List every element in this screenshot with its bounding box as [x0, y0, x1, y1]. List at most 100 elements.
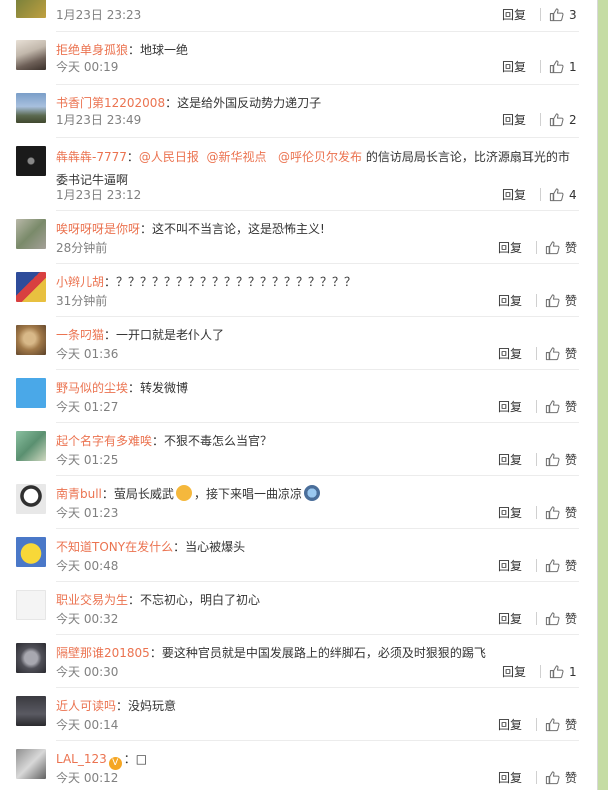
avatar[interactable]: [16, 93, 46, 123]
mention-link[interactable]: @新华视点: [207, 150, 267, 164]
reply-button[interactable]: 回复: [502, 58, 526, 75]
divider: [535, 453, 537, 466]
separator: ：: [104, 328, 117, 342]
divider: [535, 400, 537, 413]
comment-text: 职业交易为生：不忘初心，明白了初心: [56, 590, 577, 610]
like-count: 1: [569, 664, 577, 679]
reply-button[interactable]: 回复: [498, 557, 522, 574]
comment-text: 拒绝单身孤狼：地球一绝: [56, 40, 577, 60]
reply-button[interactable]: 回复: [502, 6, 526, 23]
divider: [540, 665, 541, 678]
comment-text: 野马似的尘埃：转发微博: [56, 378, 577, 398]
like-label: 赞: [564, 241, 577, 255]
avatar[interactable]: [16, 696, 46, 726]
like-count: 1: [569, 59, 577, 74]
thumb-up-icon[interactable]: [545, 293, 560, 308]
thumb-up-icon[interactable]: [549, 664, 564, 679]
like-label: 赞: [564, 453, 577, 467]
thumbs-up-emoji-icon: [175, 485, 192, 501]
thumb-up-icon[interactable]: [549, 187, 564, 202]
thumb-up-icon[interactable]: [545, 346, 560, 361]
thumb-up-icon[interactable]: [545, 770, 560, 785]
mention-link[interactable]: @人民日报: [139, 150, 199, 164]
avatar[interactable]: [16, 378, 46, 408]
comment-text: 书香门第12202008：这是给外国反动势力递刀子: [56, 93, 577, 113]
avatar[interactable]: [16, 272, 46, 302]
thumb-up-icon[interactable]: [545, 399, 560, 414]
comment-actions: 回复 赞: [498, 610, 577, 627]
thumb-up-icon[interactable]: [545, 240, 560, 255]
thumb-up-icon[interactable]: [545, 558, 560, 573]
comment-username[interactable]: LAL_123: [56, 752, 107, 766]
avatar[interactable]: [16, 146, 46, 176]
comment-username[interactable]: 起个名字有多难唉: [56, 434, 152, 448]
reply-button[interactable]: 回复: [498, 345, 522, 362]
divider: [540, 188, 541, 201]
avatar[interactable]: [16, 40, 46, 70]
separator: ：: [101, 487, 114, 501]
reply-button[interactable]: 回复: [502, 186, 526, 203]
separator: ：: [140, 222, 153, 236]
comment-body: 这是给外国反动势力递刀子: [177, 96, 322, 110]
comment-text: 小辫儿胡：？？？？？？？？？？？？？？？？？？？？: [56, 272, 577, 292]
reply-button[interactable]: 回复: [498, 610, 522, 627]
thumb-up-icon[interactable]: [545, 452, 560, 467]
reply-button[interactable]: 回复: [498, 292, 522, 309]
reply-button[interactable]: 回复: [498, 769, 522, 786]
comment-list: 1月23日 23:23 回复 3 拒绝单身孤狼：地球一绝 今天 00:19 回复…: [0, 0, 598, 790]
reply-button[interactable]: 回复: [498, 716, 522, 733]
reply-button[interactable]: 回复: [498, 239, 522, 256]
comment-username[interactable]: 近人可读吗: [56, 699, 116, 713]
comment-username[interactable]: 拒绝单身孤狼: [56, 43, 128, 57]
crying-face-emoji-icon: [303, 485, 320, 501]
comment-username[interactable]: 野马似的尘埃: [56, 381, 128, 395]
comment-username[interactable]: 隔壁那谁201805: [56, 646, 150, 660]
comment-actions: 回复 赞: [498, 292, 577, 309]
comment-actions: 回复 赞: [498, 557, 577, 574]
comment-time: 28分钟前: [56, 241, 108, 255]
comment-actions: 回复 赞: [498, 451, 577, 468]
avatar[interactable]: [16, 643, 46, 673]
comment-username[interactable]: 不知道TONY在发什么: [56, 540, 173, 554]
comment-time: 今天 01:25: [56, 453, 119, 467]
divider: [535, 771, 537, 784]
separator: ：: [173, 540, 186, 554]
thumb-up-icon[interactable]: [549, 59, 564, 74]
avatar[interactable]: [16, 0, 46, 18]
like-label: 赞: [564, 294, 577, 308]
thumb-up-icon[interactable]: [545, 611, 560, 626]
like-count: 3: [569, 7, 577, 22]
thumb-up-icon[interactable]: [549, 7, 564, 22]
avatar[interactable]: [16, 219, 46, 249]
reply-button[interactable]: 回复: [498, 504, 522, 521]
avatar[interactable]: [16, 431, 46, 461]
reply-button[interactable]: 回复: [498, 398, 522, 415]
reply-button[interactable]: 回复: [502, 111, 526, 128]
comment-username[interactable]: 犇犇犇-7777: [56, 150, 127, 164]
comment-username[interactable]: 一条叼猫: [56, 328, 104, 342]
comment-text: 唉呀呀呀是你呀：这不叫不当言论，这是恐怖主义!: [56, 219, 577, 239]
reply-button[interactable]: 回复: [498, 451, 522, 468]
thumb-up-icon[interactable]: [549, 112, 564, 127]
comment-item: 野马似的尘埃：转发微博 今天 01:27 回复 赞: [0, 370, 597, 423]
comment-body-continued: ，接下来唱一曲凉凉: [193, 487, 302, 501]
comment-time: 1月23日 23:49: [56, 113, 142, 127]
comment-username[interactable]: 职业交易为生: [56, 593, 128, 607]
reply-button[interactable]: 回复: [502, 663, 526, 680]
comment-item: 近人可读吗：没妈玩意 今天 00:14 回复 赞: [0, 688, 597, 741]
avatar[interactable]: [16, 325, 46, 355]
comment-username[interactable]: 小辫儿胡: [56, 275, 104, 289]
comment-username[interactable]: 唉呀呀呀是你呀: [56, 222, 140, 236]
comment-username[interactable]: 书香门第12202008: [56, 96, 165, 110]
avatar[interactable]: [16, 749, 46, 779]
avatar[interactable]: [16, 537, 46, 567]
thumb-up-icon[interactable]: [545, 505, 560, 520]
avatar[interactable]: [16, 590, 46, 620]
comment-time: 今天 00:12: [56, 771, 119, 785]
comment-body: 转发微博: [140, 381, 189, 395]
avatar[interactable]: [16, 484, 46, 514]
mention-link[interactable]: @呼伦贝尔发布: [278, 150, 362, 164]
comment-actions: 回复 赞: [498, 345, 577, 362]
thumb-up-icon[interactable]: [545, 717, 560, 732]
comment-username[interactable]: 南青bull: [56, 487, 102, 501]
